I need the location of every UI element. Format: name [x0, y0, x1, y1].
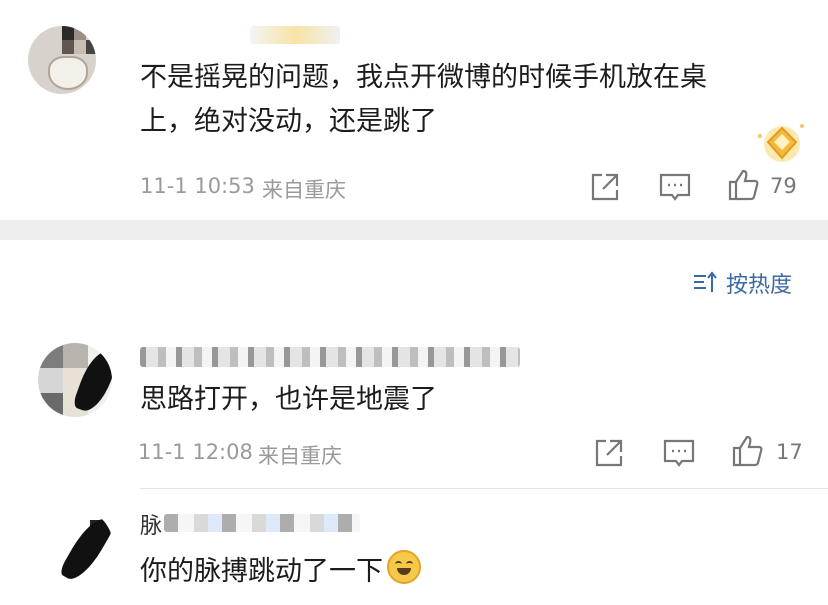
- avatar[interactable]: [28, 26, 96, 94]
- comment-location: 来自重庆: [258, 444, 342, 468]
- comment-text-line: 不是摇晃的问题，我点开微博的时候手机放在桌: [140, 62, 707, 93]
- comment-divider: [140, 488, 828, 489]
- comment-time: 11-1 12:08: [138, 440, 253, 464]
- username-blurred[interactable]: [250, 26, 340, 44]
- thumbs-up-icon[interactable]: [727, 168, 761, 202]
- laughing-crying-emoji: [387, 550, 421, 584]
- share-icon[interactable]: [592, 436, 626, 470]
- comment-icon[interactable]: [658, 170, 692, 204]
- sort-toggle[interactable]: 按热度: [692, 266, 792, 300]
- comment-time: 11-1 10:53: [140, 174, 255, 198]
- username-blurred[interactable]: [140, 347, 520, 367]
- comment-text: 你的脉搏跳动了一下: [140, 550, 421, 594]
- sort-label: 按热度: [726, 273, 793, 298]
- username-blurred[interactable]: [164, 514, 360, 532]
- comment-text-line: 上，绝对没动，还是跳了: [140, 106, 437, 137]
- avatar[interactable]: [48, 510, 114, 590]
- avatar-feather: [58, 512, 114, 586]
- share-icon[interactable]: [588, 170, 622, 204]
- comment-text-content: 你的脉搏跳动了一下: [140, 556, 383, 587]
- like-count: 79: [770, 174, 797, 198]
- sort-icon: [694, 271, 717, 292]
- section-separator: [0, 220, 828, 240]
- comment-item: 思路打开，也许是地震了 11-1 12:08 来自重庆 17: [0, 330, 828, 480]
- avatar-figure: [48, 56, 88, 90]
- avatar[interactable]: [38, 343, 112, 417]
- comment-item: 脉 你的脉搏跳动了一下: [0, 490, 828, 605]
- comment-icon[interactable]: [662, 436, 696, 470]
- username-partial[interactable]: 脉: [140, 508, 162, 540]
- crown-badge-icon: [758, 124, 804, 162]
- thumbs-up-icon[interactable]: [731, 434, 765, 468]
- comment-item: 不是摇晃的问题，我点开微博的时候手机放在桌 上，绝对没动，还是跳了 11-1 1…: [0, 0, 828, 220]
- comment-text: 思路打开，也许是地震了: [140, 384, 437, 415]
- like-count: 17: [776, 440, 803, 464]
- comment-location: 来自重庆: [262, 178, 346, 202]
